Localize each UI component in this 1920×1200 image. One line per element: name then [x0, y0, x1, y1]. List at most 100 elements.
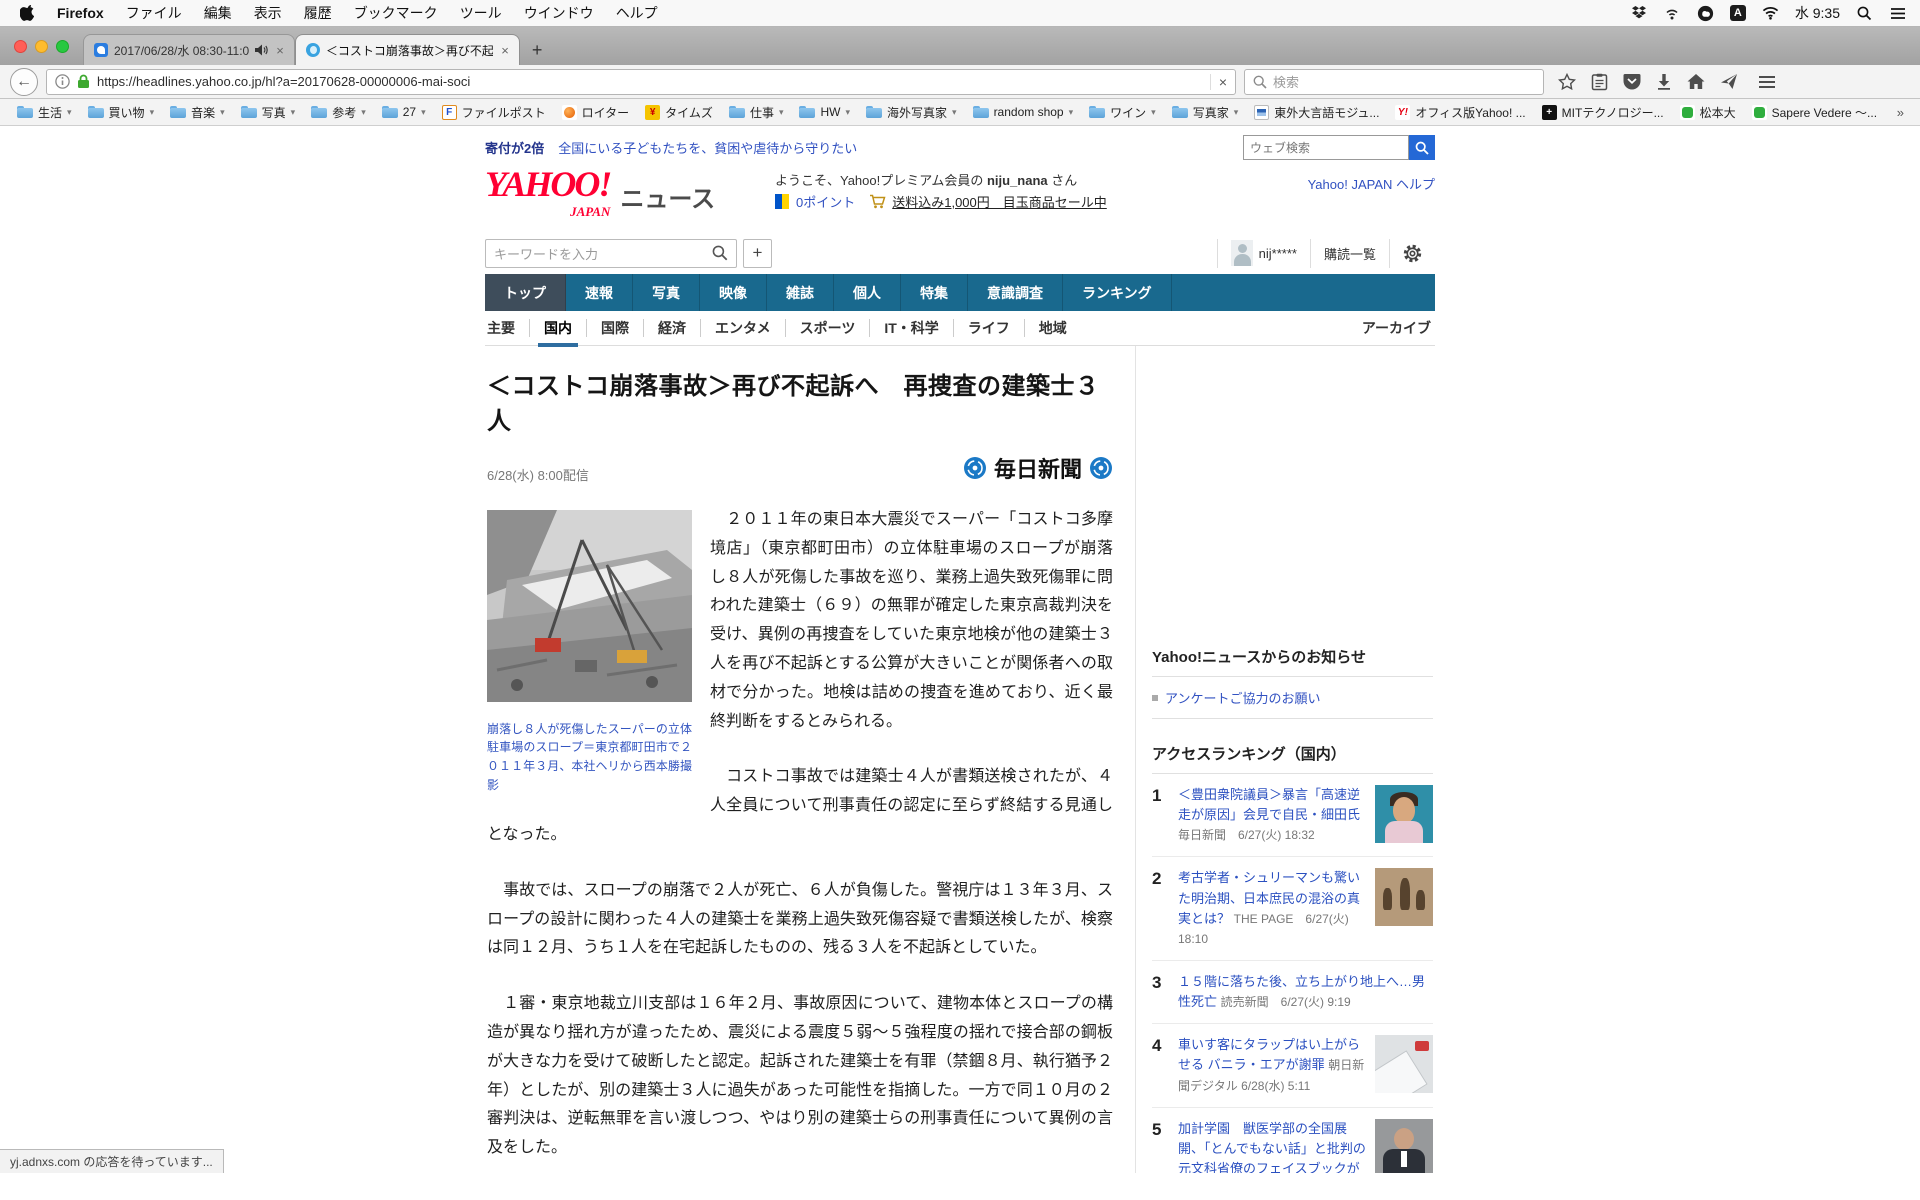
- bookmark-folder[interactable]: 参考 ▾: [304, 104, 373, 121]
- keyword-search-input[interactable]: キーワードを入力: [485, 238, 737, 268]
- https-lock-icon[interactable]: [77, 74, 90, 89]
- subnav-domestic[interactable]: 国内: [530, 319, 587, 347]
- web-search-input[interactable]: [1243, 135, 1409, 160]
- bookmark-star-icon[interactable]: [1558, 72, 1576, 91]
- tab-close-icon[interactable]: ×: [499, 43, 509, 58]
- sale-link[interactable]: 送料込み1,000円 目玉商品セール中: [892, 192, 1107, 211]
- tab-close-icon[interactable]: ×: [274, 43, 284, 58]
- bookmark-item[interactable]: Sapere Vedere ～...: [1745, 104, 1884, 121]
- subnav-it-science[interactable]: IT・科学: [870, 319, 954, 337]
- web-search-button[interactable]: [1409, 135, 1435, 160]
- nav-flash[interactable]: 速報: [566, 274, 633, 311]
- bookmark-item[interactable]: F ファイルポスト: [435, 104, 553, 121]
- ranking-item[interactable]: 3 １５階に落ちた後、立ち上がり地上へ…男性死亡 読売新聞 6/27(火) 9:…: [1152, 961, 1433, 1025]
- bookmark-folder[interactable]: 写真 ▾: [234, 104, 303, 121]
- nav-video[interactable]: 映像: [700, 274, 767, 311]
- bookmark-folder[interactable]: 音楽 ▾: [163, 104, 232, 121]
- page-info-icon[interactable]: [55, 74, 70, 89]
- ranking-item[interactable]: 2 考古学者・シュリーマンも驚いた明治期、日本庶民の混浴の真実とは？ THE P…: [1152, 857, 1433, 961]
- menu-bookmarks[interactable]: ブックマーク: [343, 3, 449, 23]
- ranking-link[interactable]: 加計学園 獣医学部の全国展開、「とんでもない話」と批判の元文科省僚のフェイスブッ…: [1178, 1121, 1366, 1173]
- stop-loading-icon[interactable]: ×: [1209, 73, 1227, 90]
- subnav-region[interactable]: 地域: [1025, 319, 1081, 337]
- bookmarks-overflow-icon[interactable]: »: [1891, 105, 1910, 120]
- bookmark-folder[interactable]: random shop ▾: [966, 105, 1081, 119]
- window-close-button[interactable]: [14, 39, 27, 53]
- tab-article-active[interactable]: ＜コストコ崩落事故＞再び不起 ×: [294, 34, 520, 65]
- dropbox-icon[interactable]: [1631, 5, 1648, 22]
- subnav-life[interactable]: ライフ: [954, 319, 1025, 337]
- new-tab-button[interactable]: +: [520, 40, 555, 65]
- bookmark-folder[interactable]: HW ▾: [792, 105, 857, 119]
- bookmark-folder[interactable]: 27 ▾: [375, 105, 433, 119]
- nav-ranking[interactable]: ランキング: [1063, 274, 1172, 311]
- subnav-economy[interactable]: 経済: [644, 319, 701, 337]
- bookmark-item[interactable]: Y! オフィス版Yahoo! ...: [1388, 104, 1532, 121]
- add-search-tab-button[interactable]: +: [743, 238, 772, 268]
- alfred-icon[interactable]: A: [1729, 5, 1746, 21]
- tab-radiko[interactable]: 2017/06/28/水 08:30-11:0 ×: [83, 34, 295, 65]
- menu-help[interactable]: ヘルプ: [605, 3, 669, 23]
- menu-hamburger-icon[interactable]: [1758, 75, 1776, 89]
- creative-cloud-icon[interactable]: [1697, 5, 1714, 22]
- photo-caption-link[interactable]: 崩落し８人が死傷したスーパーの立体駐車場のスロープ＝東京都町田市で２０１１年３月…: [487, 720, 692, 794]
- yahoo-news-logo[interactable]: YAHOO! JAPAN ニュース: [485, 166, 715, 220]
- ranking-item[interactable]: 5 加計学園 獣医学部の全国展開、「とんでもない話」と批判の元文科省僚のフェイス…: [1152, 1108, 1433, 1173]
- bookmark-folder[interactable]: 写真家 ▾: [1165, 104, 1246, 121]
- nav-magazine[interactable]: 雑誌: [767, 274, 834, 311]
- subnav-entertainment[interactable]: エンタメ: [701, 319, 786, 337]
- bookmark-item[interactable]: + MITテクノロジー...: [1535, 104, 1671, 121]
- url-text[interactable]: https://headlines.yahoo.co.jp/hl?a=20170…: [97, 74, 1203, 89]
- menu-edit[interactable]: 編集: [193, 3, 243, 23]
- ranking-item[interactable]: 1 ＜豊田衆院議員＞暴言「高速逆走が原因」会見で自民・細田氏 毎日新聞 6/27…: [1152, 774, 1433, 858]
- archive-link[interactable]: アーカイブ: [1362, 318, 1435, 338]
- bookmark-folder[interactable]: ワイン ▾: [1082, 104, 1163, 121]
- menu-history[interactable]: 履歴: [293, 3, 343, 23]
- bookmarks-sidebar-icon[interactable]: [1591, 73, 1608, 91]
- pocket-icon[interactable]: [1623, 73, 1641, 90]
- home-icon[interactable]: [1687, 73, 1705, 90]
- nav-top[interactable]: トップ: [485, 274, 566, 311]
- share-icon[interactable]: [1720, 73, 1738, 90]
- header-help-links[interactable]: Yahoo! JAPAN ヘルプ: [1308, 174, 1435, 193]
- points-link[interactable]: 0ポイント: [796, 192, 855, 211]
- nav-survey[interactable]: 意識調査: [968, 274, 1063, 311]
- tab-audio-icon[interactable]: [255, 44, 268, 56]
- bookmark-folder[interactable]: 仕事 ▾: [722, 104, 791, 121]
- publisher-logo[interactable]: 毎日新聞: [963, 452, 1113, 484]
- ranking-link[interactable]: ＜豊田衆院議員＞暴言「高速逆走が原因」会見で自民・細田氏: [1178, 787, 1360, 822]
- back-button[interactable]: ←: [10, 67, 38, 96]
- bookmark-folder[interactable]: 生活 ▾: [10, 104, 79, 121]
- menu-window[interactable]: ウインドウ: [513, 3, 605, 23]
- notice-link[interactable]: アンケートご協力のお願い: [1165, 688, 1320, 707]
- menu-view[interactable]: 表示: [243, 3, 293, 23]
- spotlight-icon[interactable]: [1856, 5, 1873, 22]
- user-account[interactable]: nij*****: [1216, 238, 1310, 268]
- promo-badge[interactable]: 寄付が2倍: [485, 138, 544, 157]
- apple-icon[interactable]: [20, 5, 34, 21]
- bookmark-folder[interactable]: 買い物 ▾: [81, 104, 162, 121]
- subnav-major[interactable]: 主要: [485, 319, 530, 337]
- search-bar[interactable]: 検索: [1244, 68, 1544, 95]
- menu-file[interactable]: ファイル: [115, 3, 193, 23]
- wifi-icon[interactable]: [1762, 5, 1779, 22]
- window-zoom-button[interactable]: [56, 39, 69, 53]
- bookmark-item[interactable]: 松本大: [1673, 104, 1743, 121]
- subscriptions-link[interactable]: 購読一覧: [1309, 238, 1389, 268]
- nav-personal[interactable]: 個人: [834, 274, 901, 311]
- menu-firefox[interactable]: Firefox: [46, 5, 115, 21]
- menubar-clock[interactable]: 水 9:35: [1795, 3, 1840, 23]
- notice-link-row[interactable]: アンケートご協力のお願い: [1152, 677, 1433, 719]
- bookmark-item[interactable]: 東外大言語モジュ...: [1247, 104, 1386, 121]
- bookmark-folder[interactable]: 海外写真家 ▾: [859, 104, 964, 121]
- menu-tools[interactable]: ツール: [449, 3, 513, 23]
- bookmark-item[interactable]: ロイター: [555, 104, 637, 121]
- notification-center-icon[interactable]: [1889, 5, 1906, 22]
- promo-link[interactable]: 全国にいる子どもたちを、貧困や虐待から守りたい: [558, 138, 857, 157]
- window-minimize-button[interactable]: [35, 39, 48, 53]
- search-icon[interactable]: [712, 245, 728, 261]
- bookmark-item[interactable]: ¥ タイムズ: [638, 104, 720, 121]
- subnav-sports[interactable]: スポーツ: [786, 319, 871, 337]
- downloads-icon[interactable]: [1656, 73, 1672, 90]
- signal-icon[interactable]: [1664, 5, 1681, 22]
